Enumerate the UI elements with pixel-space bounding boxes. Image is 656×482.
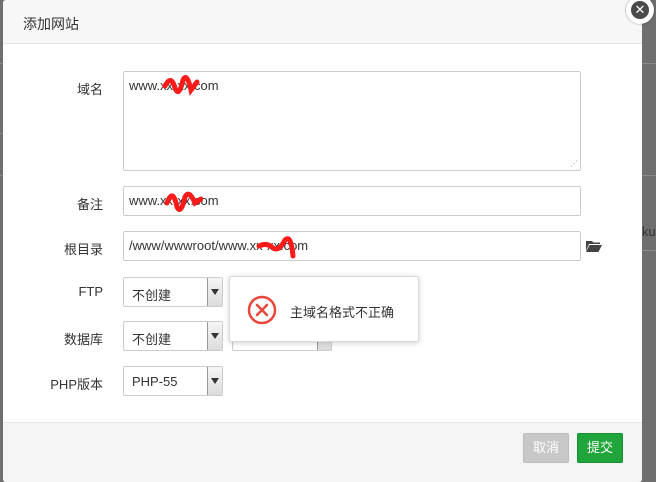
chevron-down-icon[interactable] (207, 278, 222, 306)
root-dir-input[interactable]: /www/wwwroot/www.xx-xx.com (123, 231, 581, 261)
remark-label: 备注 (76, 197, 103, 212)
ftp-select[interactable]: 不创建 (123, 277, 223, 307)
backdrop-line (642, 175, 656, 176)
cancel-button[interactable]: 取消 (523, 433, 569, 463)
close-button[interactable]: ✕ (626, 0, 654, 24)
database-selected-value: 不创建 (132, 332, 172, 347)
submit-button[interactable]: 提交 (577, 433, 623, 463)
backdrop-line (642, 250, 656, 251)
redaction-scribble (164, 191, 203, 212)
php-selected-value: PHP-55 (132, 374, 178, 389)
database-select[interactable]: 不创建 (123, 321, 223, 351)
redaction-scribble (162, 75, 200, 96)
database-label: 数据库 (63, 332, 103, 347)
close-icon: ✕ (631, 1, 649, 19)
error-message: 主域名格式不正确 (290, 305, 395, 320)
php-version-label: PHP版本 (50, 377, 103, 392)
resize-grip-icon[interactable]: ⋰ (570, 160, 578, 168)
root-dir-label: 根目录 (63, 242, 103, 257)
chevron-down-icon[interactable] (207, 367, 222, 395)
folder-icon[interactable] (586, 240, 602, 252)
chevron-down-icon[interactable] (207, 322, 222, 350)
dialog-footer: 取消 提交 (3, 422, 642, 482)
ftp-selected-value: 不创建 (132, 288, 172, 303)
dialog-title: 添加网站 (23, 16, 79, 32)
dialog-header: 添加网站 (3, 0, 642, 44)
redaction-scribble (256, 236, 296, 259)
domain-label: 域名 (76, 82, 103, 97)
backdrop-line (642, 63, 656, 64)
add-site-dialog: 添加网站 域名 www.xx-xx.com ⋰ 备注 www.xx-xx.com… (3, 0, 642, 482)
ftp-label: FTP (78, 284, 103, 299)
error-icon (247, 295, 277, 325)
backdrop-text: ku (642, 224, 656, 239)
php-version-select[interactable]: PHP-55 (123, 366, 223, 396)
error-toast: 主域名格式不正确 (229, 276, 419, 342)
